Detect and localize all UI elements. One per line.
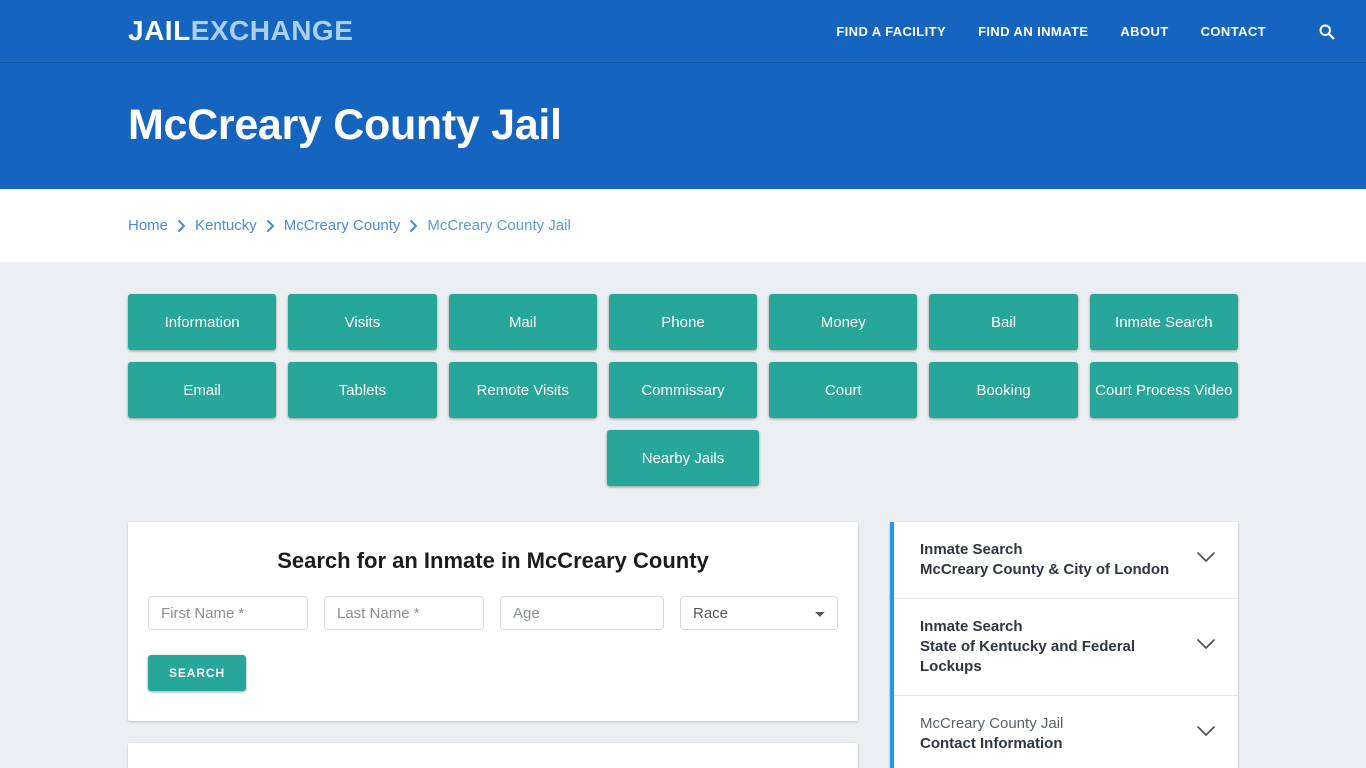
chevron-right-icon xyxy=(266,219,275,232)
sidebar-accordion: Inmate Search McCreary County & City of … xyxy=(890,522,1238,768)
accordion-item-line2: McCreary County & City of London xyxy=(920,561,1170,578)
facility-tabs-row-3: Nearby Jails xyxy=(128,430,1238,486)
facility-tabs-row-2: Email Tablets Remote Visits Commissary C… xyxy=(128,362,1238,418)
accordion-item-inmate-search-county[interactable]: Inmate Search McCreary County & City of … xyxy=(894,522,1238,599)
tab-mail[interactable]: Mail xyxy=(448,294,597,350)
top-navigation-bar: JAILEXCHANGE FIND A FACILITY FIND AN INM… xyxy=(0,0,1366,63)
tab-phone[interactable]: Phone xyxy=(608,294,758,350)
breadcrumb-item-kentucky[interactable]: Kentucky xyxy=(195,217,257,234)
tab-remote-visits[interactable]: Remote Visits xyxy=(448,362,597,418)
tab-court[interactable]: Court xyxy=(769,362,918,418)
tab-money[interactable]: Money xyxy=(769,294,918,350)
chevron-right-icon xyxy=(409,219,418,232)
accordion-item-text: Inmate Search McCreary County & City of … xyxy=(920,540,1169,580)
accordion-item-text: McCreary County Jail Contact Information xyxy=(920,714,1063,754)
sidebar-column: Inmate Search McCreary County & City of … xyxy=(890,522,1238,768)
accordion-item-line1: Inmate Search xyxy=(920,618,1023,635)
facility-section-tabs: Information Visits Mail Phone Money Bail… xyxy=(128,294,1238,486)
nav-link-about[interactable]: ABOUT xyxy=(1120,24,1168,39)
inmate-search-title: Search for an Inmate in McCreary County xyxy=(277,548,709,573)
breadcrumb-item-mccreary-county[interactable]: McCreary County xyxy=(284,217,401,234)
accordion-item-line2: State of Kentucky and Federal Lockups xyxy=(920,637,1136,675)
chevron-down-icon[interactable] xyxy=(1196,551,1216,569)
tab-visits[interactable]: Visits xyxy=(288,294,437,350)
tab-court-process-video[interactable]: Court Process Video xyxy=(1089,362,1238,418)
content-container: Information Visits Mail Phone Money Bail… xyxy=(128,294,1238,768)
primary-nav-links: FIND A FACILITY FIND AN INMATE ABOUT CON… xyxy=(836,21,1336,41)
facility-tabs-row-1: Information Visits Mail Phone Money Bail… xyxy=(128,294,1238,350)
accordion-item-line1: Inmate Search xyxy=(920,541,1023,559)
age-input[interactable] xyxy=(500,596,664,630)
race-select[interactable]: Race xyxy=(680,596,838,630)
search-submit-button[interactable]: SEARCH xyxy=(148,655,246,691)
logo-text-secondary: EXCHANGE xyxy=(190,15,354,46)
inmate-search-card: Search for an Inmate in McCreary County … xyxy=(128,522,858,721)
tab-inmate-search[interactable]: Inmate Search xyxy=(1089,294,1238,350)
first-name-input[interactable] xyxy=(148,596,308,630)
breadcrumb: Home Kentucky McCreary County McCreary C… xyxy=(128,217,571,234)
jail-information-card: McCreary County Jail Information xyxy=(128,743,858,768)
last-name-input[interactable] xyxy=(324,596,484,630)
tab-commissary[interactable]: Commissary xyxy=(608,362,758,418)
page-body: Information Visits Mail Phone Money Bail… xyxy=(0,262,1366,768)
tab-nearby-jails[interactable]: Nearby Jails xyxy=(607,430,759,486)
main-column: Search for an Inmate in McCreary County … xyxy=(128,522,858,768)
nav-link-find-an-inmate[interactable]: FIND AN INMATE xyxy=(978,24,1088,39)
breadcrumb-item-home[interactable]: Home xyxy=(128,217,168,234)
search-icon[interactable] xyxy=(1316,21,1336,41)
tab-tablets[interactable]: Tablets xyxy=(288,362,437,418)
accordion-item-contact-information[interactable]: McCreary County Jail Contact Information xyxy=(894,696,1238,768)
logo-text-primary: JAIL xyxy=(128,15,191,46)
chevron-down-icon[interactable] xyxy=(1196,638,1216,656)
page-title: McCreary County Jail xyxy=(128,101,562,150)
breadcrumb-item-mccreary-county-jail[interactable]: McCreary County Jail xyxy=(427,217,570,234)
site-logo[interactable]: JAILEXCHANGE xyxy=(128,17,353,45)
nav-link-find-a-facility[interactable]: FIND A FACILITY xyxy=(836,24,946,39)
inmate-search-fields: Race xyxy=(148,596,838,630)
page-hero: McCreary County Jail xyxy=(0,63,1366,189)
tab-email[interactable]: Email xyxy=(128,362,277,418)
accordion-item-inmate-search-state[interactable]: Inmate Search State of Kentucky and Fede… xyxy=(894,599,1238,696)
accordion-item-text: Inmate Search State of Kentucky and Fede… xyxy=(920,617,1182,677)
accordion-item-line2: Contact Information xyxy=(920,735,1063,753)
tab-information[interactable]: Information xyxy=(128,294,277,350)
main-columns: Search for an Inmate in McCreary County … xyxy=(128,522,1238,768)
tab-booking[interactable]: Booking xyxy=(929,362,1078,418)
chevron-down-icon[interactable] xyxy=(1196,725,1216,743)
tab-bail[interactable]: Bail xyxy=(929,294,1078,350)
chevron-right-icon xyxy=(177,219,186,232)
breadcrumb-band: Home Kentucky McCreary County McCreary C… xyxy=(0,189,1366,262)
accordion-item-line1: McCreary County Jail xyxy=(920,715,1064,733)
nav-link-contact[interactable]: CONTACT xyxy=(1201,24,1266,39)
